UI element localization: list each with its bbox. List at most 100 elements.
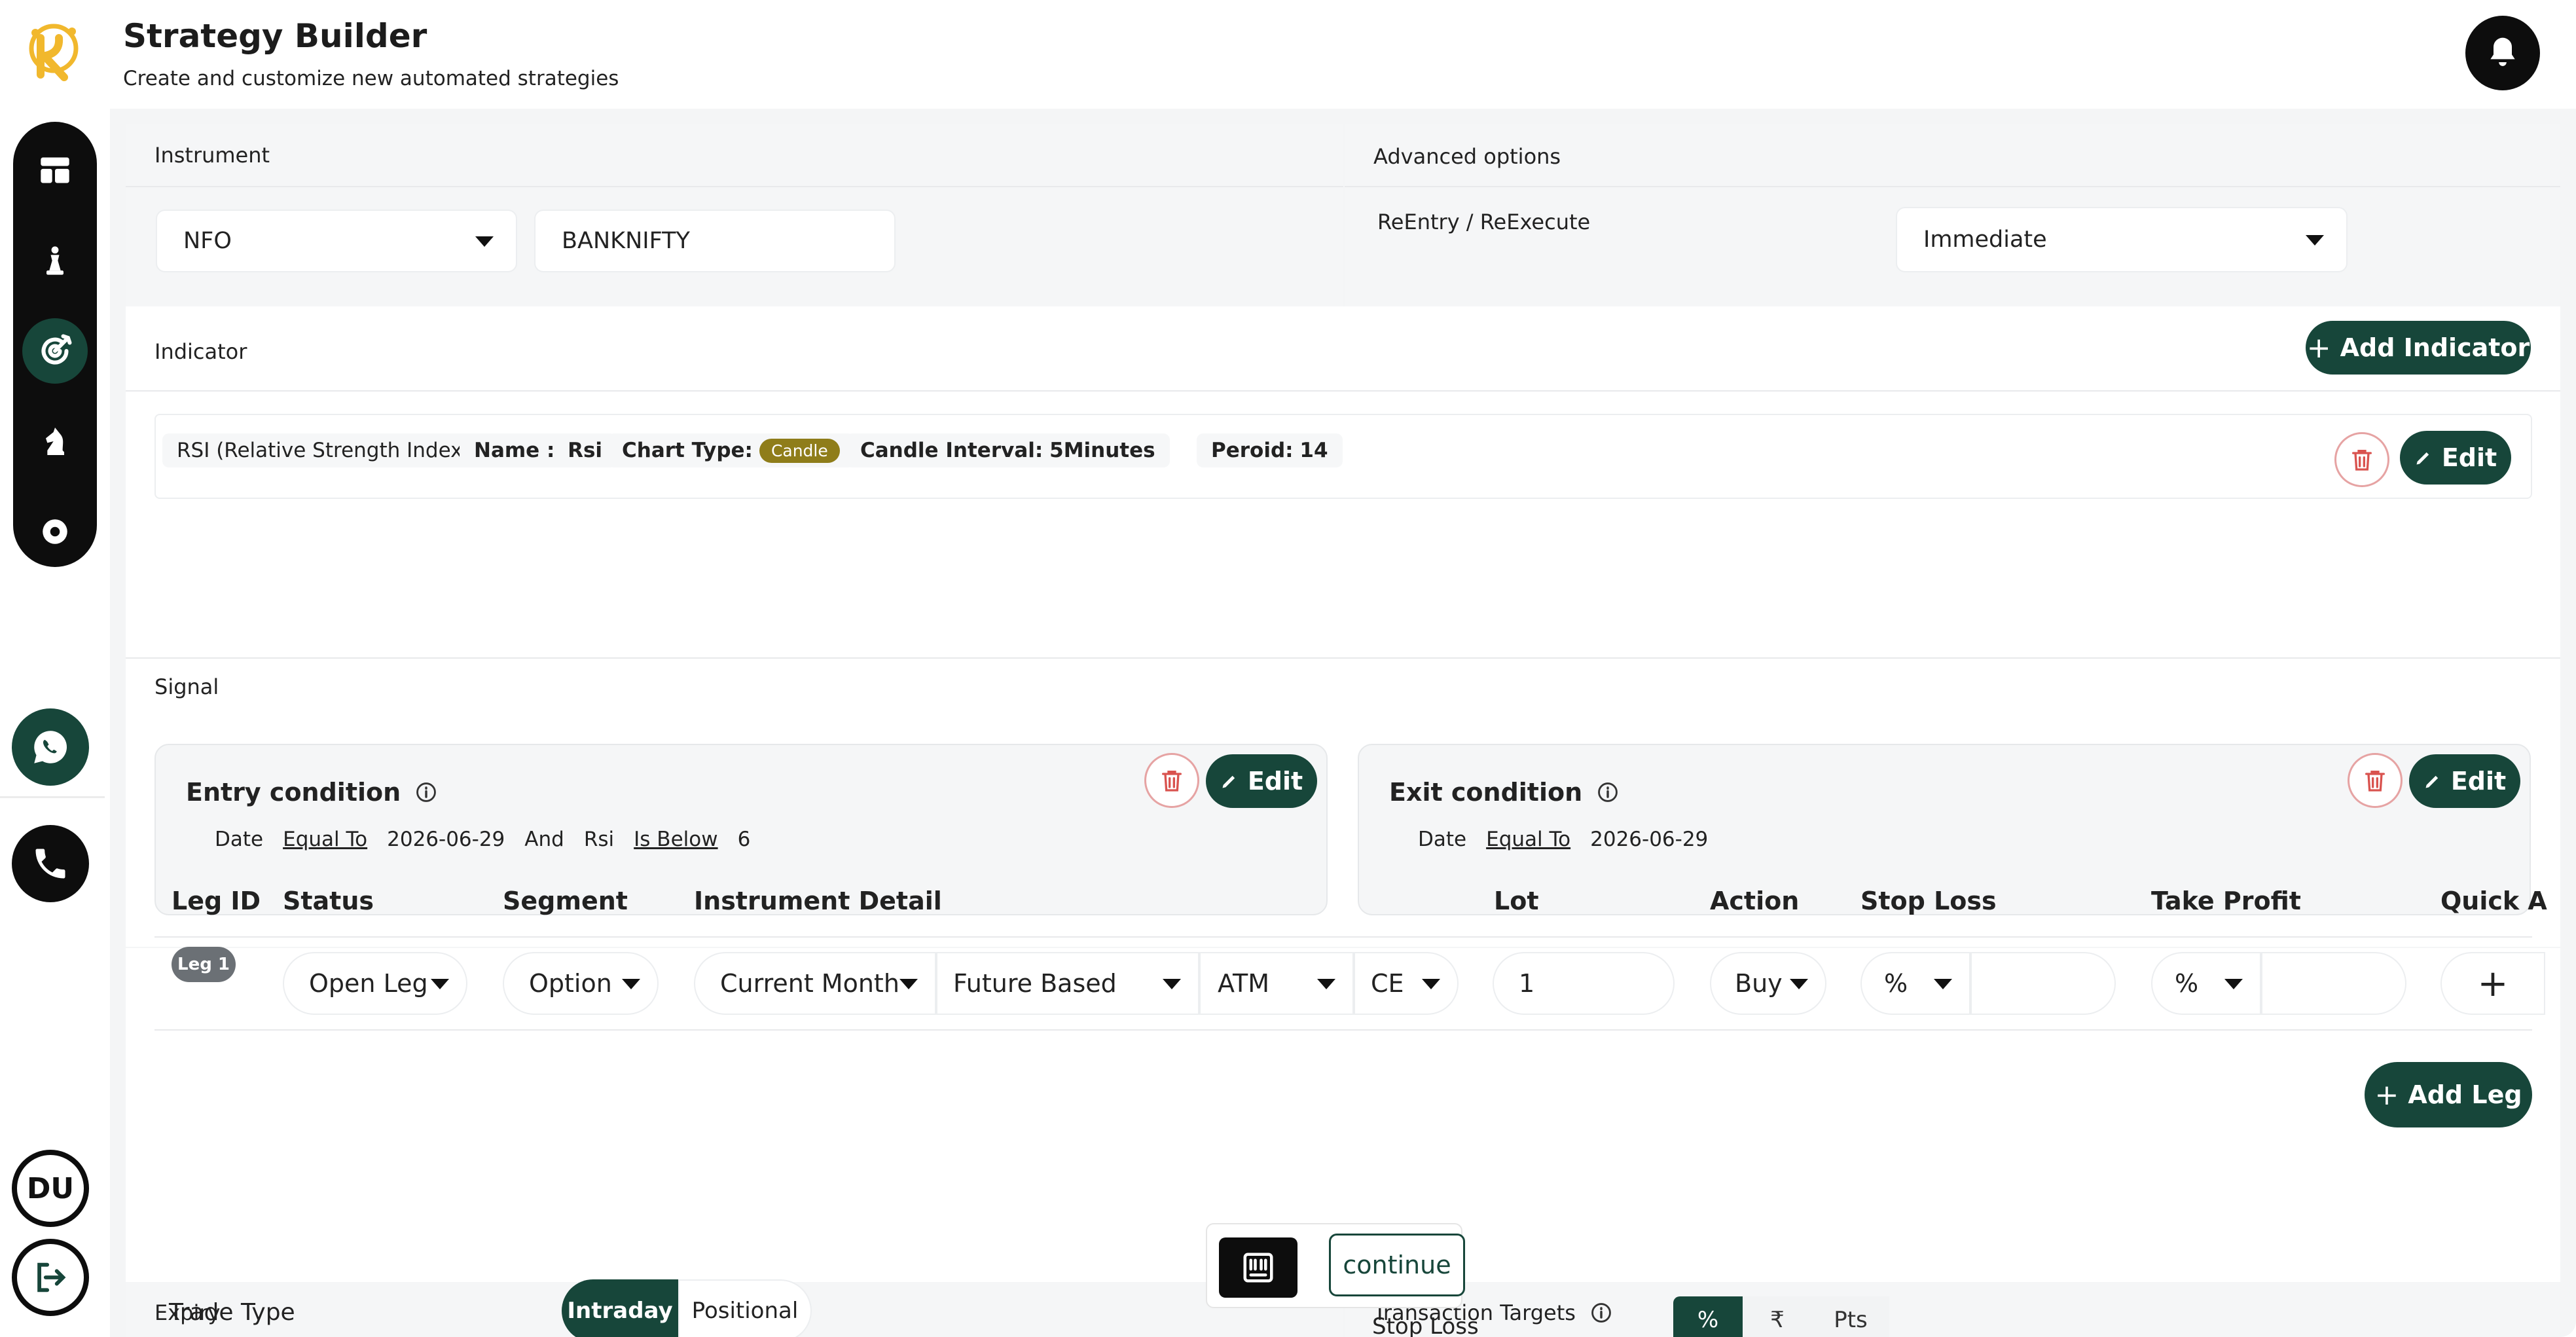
edit-entry-button[interactable]: Edit xyxy=(1206,754,1317,808)
leg-strike-basis-select[interactable]: Future Based xyxy=(936,952,1199,1015)
leg-strike-select[interactable]: ATM xyxy=(1199,952,1354,1015)
instrument-body: NFO BANKNIFTY xyxy=(126,187,1343,306)
condition-value: 2026-06-29 xyxy=(387,828,505,851)
trade-type-positional[interactable]: Positional xyxy=(678,1279,812,1337)
condition-operator[interactable]: Equal To xyxy=(283,828,367,851)
sidebar-item-chess[interactable] xyxy=(22,228,88,293)
col-leg-id: Leg ID xyxy=(172,887,261,915)
phone-icon xyxy=(35,849,65,879)
indicator-name-chip: Name : Rsi xyxy=(460,433,617,467)
advanced-options-label: Advanced options xyxy=(1373,144,1561,169)
sidebar-item-strategy[interactable] xyxy=(22,318,88,384)
leg-status-value: Open Leg xyxy=(309,969,428,998)
condition-operator[interactable]: Is Below xyxy=(634,828,717,851)
condition-field: Rsi xyxy=(583,828,615,851)
leg-option-type-value: CE xyxy=(1371,969,1404,998)
leg-strike-basis-value: Future Based xyxy=(953,969,1117,998)
chevron-down-icon xyxy=(1317,979,1335,989)
target-unit-percent[interactable]: % xyxy=(1673,1296,1743,1337)
condition-operator[interactable]: Equal To xyxy=(1486,828,1570,851)
indicator-full-name: RSI (Relative Strength Index) xyxy=(162,433,485,467)
leg-take-profit-input[interactable] xyxy=(2261,952,2406,1015)
bell-icon xyxy=(2490,37,2515,66)
call-button[interactable] xyxy=(12,825,89,902)
signal-label: Signal xyxy=(154,674,219,699)
col-instrument-detail: Instrument Detail xyxy=(694,887,942,915)
chevron-down-icon xyxy=(2306,235,2324,246)
sidebar-divider xyxy=(0,796,105,798)
chess-pawn-icon xyxy=(46,246,63,275)
whatsapp-button[interactable] xyxy=(12,708,89,786)
edit-exit-button[interactable]: Edit xyxy=(2409,754,2520,808)
add-leg-label: Add Leg xyxy=(2408,1080,2522,1109)
col-action: Action xyxy=(1710,887,1800,915)
pencil-icon xyxy=(1222,775,1235,788)
add-leg-button[interactable]: + Add Leg xyxy=(2365,1062,2532,1127)
leg-take-profit-unit-value: % xyxy=(2175,969,2199,998)
edit-indicator-button[interactable]: Edit xyxy=(2400,431,2511,485)
interval-chip: Candle Interval: 5Minutes xyxy=(846,433,1170,467)
entry-condition-title: Entry condition xyxy=(186,778,437,807)
page-title: Strategy Builder xyxy=(123,17,427,55)
plus-icon: + xyxy=(2374,1078,2399,1112)
condition-field: Date xyxy=(215,828,264,851)
leg-lot-value: 1 xyxy=(1519,969,1535,998)
edit-label: Edit xyxy=(1247,767,1303,796)
chevron-down-icon xyxy=(622,979,640,989)
logout-button[interactable] xyxy=(12,1239,89,1316)
leg-expiry-select[interactable]: Current Month xyxy=(694,952,936,1015)
quick-add-button[interactable]: + xyxy=(2440,952,2545,1015)
keyboard-toggle-button[interactable] xyxy=(1219,1237,1297,1298)
info-icon xyxy=(1591,1303,1611,1323)
chevron-down-icon xyxy=(1934,979,1952,989)
brand-logo-icon xyxy=(21,18,86,84)
delete-entry-button[interactable] xyxy=(1144,753,1199,808)
interval-label: Candle Interval: xyxy=(860,439,1043,462)
user-avatar[interactable]: DU xyxy=(12,1150,89,1227)
symbol-input[interactable]: BANKNIFTY xyxy=(534,210,896,272)
target-stop-loss-label: Stop Loss xyxy=(1372,1313,1479,1337)
logout-icon xyxy=(37,1262,66,1292)
col-segment: Segment xyxy=(503,887,628,915)
leg-lot-input[interactable]: 1 xyxy=(1493,952,1675,1015)
entry-condition-expression: Date Equal To 2026-06-29 And Rsi Is Belo… xyxy=(215,828,750,851)
continue-button[interactable]: continue xyxy=(1329,1234,1465,1296)
page-subtitle: Create and customize new automated strat… xyxy=(123,67,619,90)
sidebar-item-settings[interactable] xyxy=(22,499,88,564)
leg-stop-loss-input[interactable] xyxy=(1970,952,2116,1015)
floating-toolbar: continue xyxy=(1206,1223,1465,1308)
reentry-select[interactable]: Immediate xyxy=(1896,207,2348,272)
target-unit-rupee[interactable]: ₹ xyxy=(1743,1296,1812,1337)
leg-segment-select[interactable]: Option xyxy=(503,952,659,1015)
target-unit-points[interactable]: Pts xyxy=(1812,1296,1889,1337)
plus-icon: + xyxy=(2306,331,2331,365)
delete-exit-button[interactable] xyxy=(2348,753,2403,808)
legs-header-divider xyxy=(154,936,2532,938)
period-chip: Peroid: 14 xyxy=(1197,433,1343,467)
leg-action-value: Buy xyxy=(1735,969,1783,998)
indicator-label: Indicator xyxy=(154,339,247,364)
add-indicator-button[interactable]: + Add Indicator xyxy=(2306,321,2531,375)
leg-take-profit-unit-select[interactable]: % xyxy=(2151,952,2261,1015)
leg-action-select[interactable]: Buy xyxy=(1710,952,1826,1015)
chevron-down-icon xyxy=(1790,979,1808,989)
chevron-down-icon xyxy=(1422,979,1440,989)
sidebar-item-knight[interactable] xyxy=(22,409,88,474)
leg-status-select[interactable]: Open Leg xyxy=(283,952,467,1015)
condition-joiner: And xyxy=(524,828,564,851)
chess-knight-icon xyxy=(46,428,64,455)
trade-type-intraday[interactable]: Intraday xyxy=(562,1279,678,1337)
exchange-select[interactable]: NFO xyxy=(156,210,517,272)
condition-value: 6 xyxy=(737,828,751,851)
col-quick-actions: Quick A xyxy=(2440,887,2547,915)
leg-stop-loss-unit-value: % xyxy=(1884,969,1908,998)
entry-condition-label: Entry condition xyxy=(186,778,401,807)
col-status: Status xyxy=(283,887,374,915)
leg-option-type-select[interactable]: CE xyxy=(1354,952,1459,1015)
sidebar-item-dashboard[interactable] xyxy=(22,137,88,203)
leg-segment-value: Option xyxy=(529,969,612,998)
leg-stop-loss-unit-select[interactable]: % xyxy=(1860,952,1970,1015)
leg-strike-value: ATM xyxy=(1218,969,1270,998)
notifications-button[interactable] xyxy=(2465,16,2540,90)
delete-indicator-button[interactable] xyxy=(2334,432,2389,487)
